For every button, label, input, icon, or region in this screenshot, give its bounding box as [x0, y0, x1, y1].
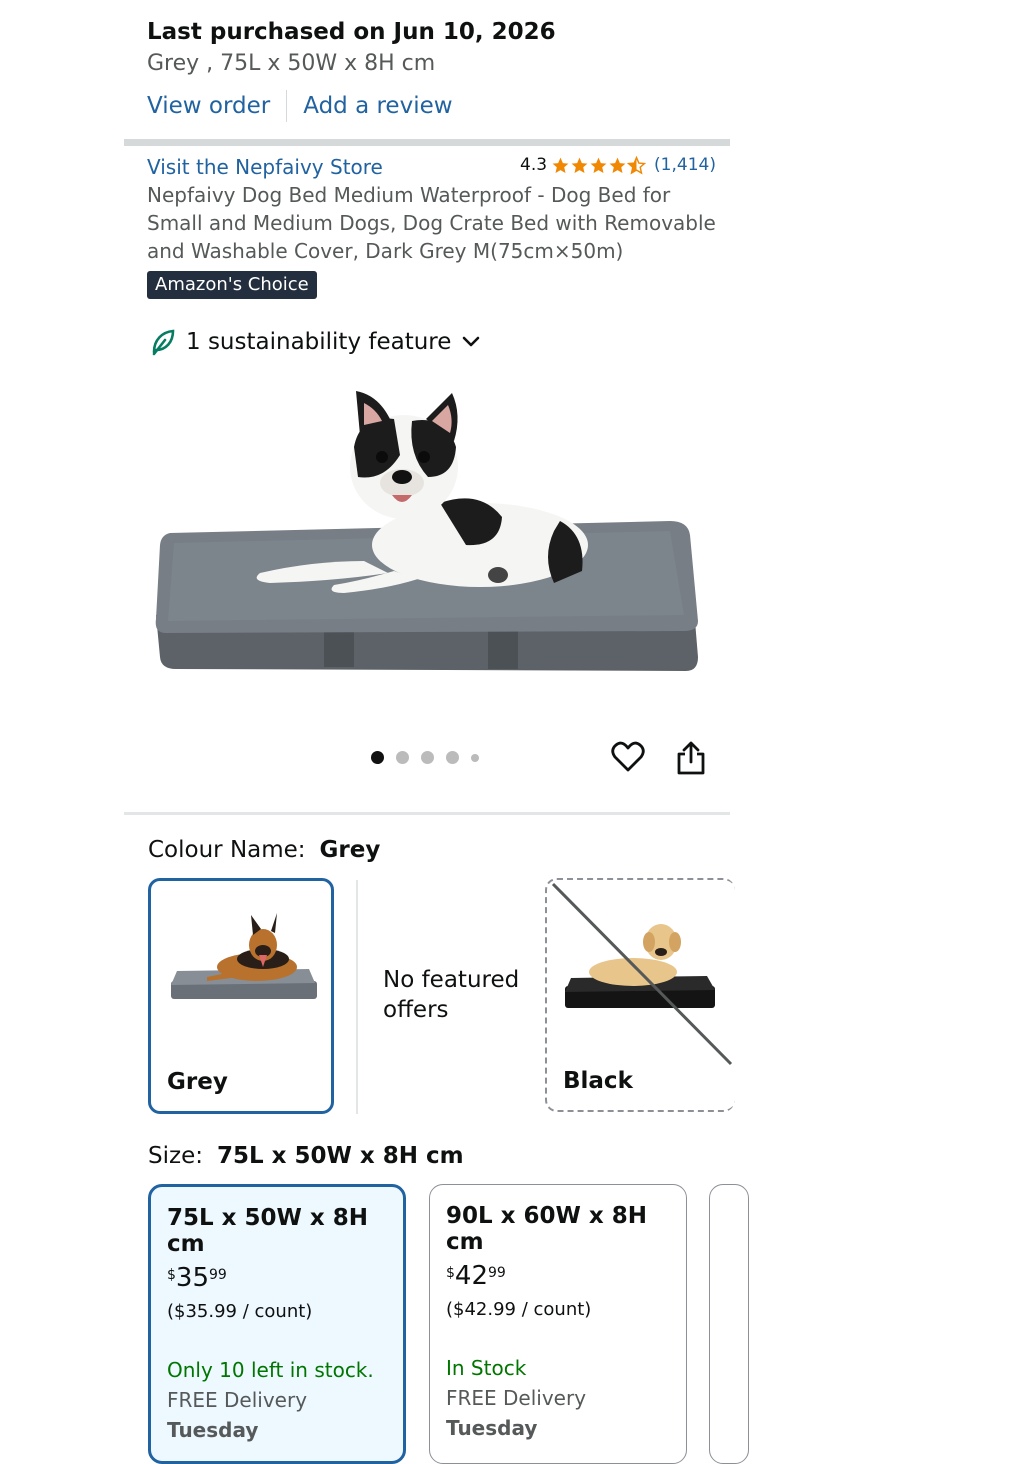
- price-per-count: ($42.99 / count): [446, 1299, 592, 1320]
- no-featured-offers-text: No featured offers: [383, 967, 520, 1023]
- size-option-next-peek[interactable]: [709, 1184, 749, 1464]
- share-icon[interactable]: [675, 740, 707, 776]
- view-order-link[interactable]: View order: [147, 93, 270, 119]
- price-whole: 42: [454, 1261, 489, 1291]
- last-purchased-title: Last purchased on Jun 10, 2026: [147, 19, 556, 45]
- colour-option-black[interactable]: Black: [545, 878, 735, 1112]
- stock-status: In Stock: [446, 1356, 527, 1380]
- price-currency: $: [446, 1265, 455, 1281]
- carousel-dot[interactable]: [446, 751, 459, 764]
- visit-store-link[interactable]: Visit the Nepfaivy Store: [147, 155, 383, 179]
- star-icon: [590, 157, 607, 173]
- carousel-dot[interactable]: [396, 751, 409, 764]
- colour-option-grey[interactable]: Grey: [148, 878, 334, 1114]
- carousel-dots[interactable]: [371, 751, 479, 764]
- size-option-name: 90L x 60W x 8H cm: [446, 1203, 647, 1255]
- colour-option-label: Black: [563, 1068, 633, 1094]
- size-option-90l[interactable]: 90L x 60W x 8H cm $ 42 99 ($42.99 / coun…: [429, 1184, 687, 1464]
- sustainability-label: 1 sustainability feature: [186, 329, 452, 355]
- section-divider: [124, 812, 730, 815]
- rating-count-link[interactable]: (1,414): [654, 155, 716, 175]
- price-fraction: 99: [209, 1267, 227, 1283]
- price-fraction: 99: [488, 1265, 506, 1281]
- size-option-name: 75L x 50W x 8H cm: [167, 1205, 368, 1257]
- size-option-price: $ 35 99: [167, 1263, 387, 1293]
- carousel-dot[interactable]: [371, 751, 384, 764]
- delivery-info: FREE Delivery: [167, 1388, 308, 1412]
- rating-summary[interactable]: 4.3 (1,414): [520, 155, 716, 175]
- carousel-dot[interactable]: [421, 751, 434, 764]
- size-option-price: $ 42 99: [446, 1261, 670, 1291]
- stock-status: Only 10 left in stock.: [167, 1358, 374, 1382]
- link-divider: [286, 90, 288, 122]
- delivery-day: Tuesday: [167, 1418, 259, 1442]
- sustainability-toggle[interactable]: 1 sustainability feature: [150, 328, 481, 356]
- product-image[interactable]: [150, 385, 706, 685]
- rating-value: 4.3: [520, 155, 548, 175]
- carousel-dot[interactable]: [471, 753, 479, 762]
- add-review-link[interactable]: Add a review: [303, 93, 452, 119]
- star-icon: [571, 157, 588, 173]
- size-option-75l[interactable]: 75L x 50W x 8H cm $ 35 99 ($35.99 / coun…: [148, 1184, 406, 1464]
- price-currency: $: [167, 1267, 176, 1283]
- colour-label-text: Colour Name:: [148, 837, 306, 863]
- product-title: Nepfaivy Dog Bed Medium Waterproof - Dog…: [147, 183, 716, 263]
- chevron-down-icon: [463, 336, 480, 347]
- star-icon: [609, 157, 626, 173]
- grey-bed-thumbnail: [171, 913, 317, 999]
- size-label: Size: 75L x 50W x 8H cm: [148, 1143, 464, 1169]
- swatch-divider: [356, 880, 358, 1114]
- selected-colour: Grey: [319, 837, 381, 863]
- amazons-choice-badge: Amazon's Choice: [147, 271, 317, 299]
- black-bed-thumbnail: [551, 882, 733, 1066]
- colour-name-label: Colour Name: Grey: [148, 837, 380, 863]
- selected-size: 75L x 50W x 8H cm: [216, 1143, 464, 1169]
- half-star-icon: [627, 155, 647, 174]
- unavailable-strike: [551, 882, 733, 1066]
- leaf-icon: [152, 329, 175, 356]
- colour-option-label: Grey: [167, 1069, 228, 1095]
- star-icon: [552, 157, 569, 173]
- rating-stars: [551, 155, 647, 175]
- purchased-variant: Grey , 75L x 50W x 8H cm: [147, 51, 436, 76]
- delivery-day: Tuesday: [446, 1416, 538, 1440]
- price-whole: 35: [175, 1263, 210, 1293]
- section-divider: [124, 139, 730, 146]
- delivery-info: FREE Delivery: [446, 1386, 587, 1410]
- price-per-count: ($35.99 / count): [167, 1301, 313, 1322]
- heart-icon[interactable]: [611, 740, 645, 774]
- order-links: View order Add a review: [147, 90, 453, 122]
- size-label-text: Size:: [148, 1143, 203, 1169]
